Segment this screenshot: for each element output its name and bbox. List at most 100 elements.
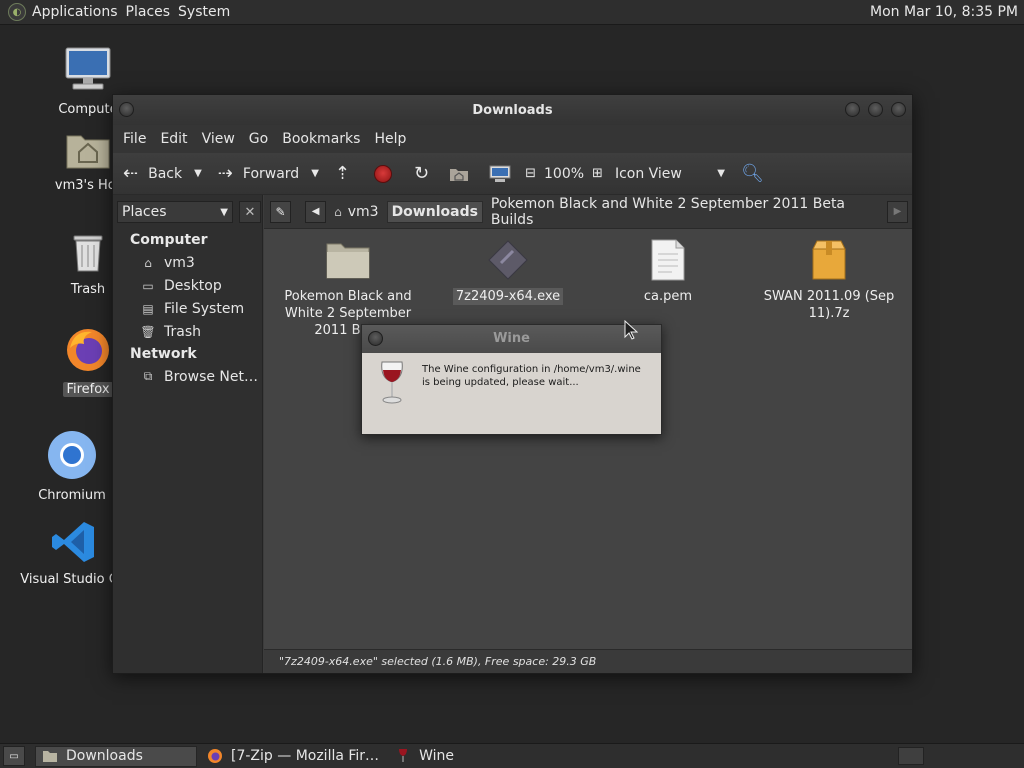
zoom-out-icon: ⊟ [525, 166, 536, 181]
task-firefox[interactable]: [7-Zip — Mozilla Fir… [201, 746, 385, 767]
task-wine[interactable]: Wine [389, 746, 460, 767]
zoom-level[interactable]: 100% [544, 166, 584, 182]
dialog-message: The Wine configuration in /home/vm3/.win… [422, 364, 641, 388]
menu-bookmarks[interactable]: Bookmarks [275, 131, 367, 147]
drive-icon: ▤ [142, 301, 154, 316]
path-segment-downloads[interactable]: Downloads [386, 200, 483, 223]
computer-icon [489, 165, 511, 182]
chromium-icon [17, 430, 127, 484]
home-button[interactable] [449, 166, 469, 182]
menu-file[interactable]: File [116, 131, 153, 147]
path-segment-label: vm3 [347, 203, 379, 220]
clock[interactable]: Mon Mar 10, 8:35 PM [870, 0, 1018, 25]
sidebar: Places ▼ ✕ Computer ⌂ vm3 ▭ Desktop ▤ Fi… [113, 195, 263, 673]
mouse-cursor-icon [624, 319, 639, 344]
sidebar-item-desktop[interactable]: ▭ Desktop [113, 274, 262, 297]
path-segment-vm3[interactable]: ⌂ vm3 [330, 201, 382, 223]
stop-icon [374, 164, 392, 183]
window-titlebar[interactable]: Downloads [113, 95, 912, 125]
back-history-dropdown[interactable]: ▼ [194, 168, 202, 179]
wine-dialog[interactable]: Wine The Wine configuration in /home/vm3… [361, 324, 662, 435]
system-tray-icon[interactable] [898, 747, 924, 765]
view-mode-label: Icon View [614, 165, 682, 182]
task-downloads[interactable]: Downloads [35, 745, 197, 767]
reload-button[interactable]: ↻ [414, 163, 429, 184]
path-scroll-right-button[interactable]: ▶ [886, 200, 908, 223]
wine-glass-icon [378, 360, 406, 410]
menu-go[interactable]: Go [242, 131, 275, 147]
forward-label: Forward [242, 165, 300, 182]
sidebar-item-label: vm3 [164, 254, 195, 271]
icon-view[interactable]: Pokemon Black and White 2 September 2011… [264, 229, 912, 649]
chevron-down-icon: ▼ [220, 206, 228, 218]
forward-history-dropdown[interactable]: ▼ [311, 168, 319, 179]
sidebar-mode-select[interactable]: Places ▼ [117, 201, 233, 223]
dialog-title: Wine [493, 331, 530, 346]
system-menu[interactable]: System [174, 0, 234, 25]
path-scroll-left-button[interactable]: ◀ [305, 200, 327, 223]
window-menu-button[interactable] [119, 102, 134, 117]
folder-icon [273, 237, 423, 283]
zoom-out-button[interactable]: ⊟ [525, 166, 536, 181]
close-button[interactable] [891, 102, 906, 117]
stop-button[interactable] [374, 164, 392, 183]
back-arrow-icon: ⇠ [123, 163, 139, 184]
system-label: System [178, 4, 231, 20]
menu-edit[interactable]: Edit [153, 131, 194, 147]
task-label: Downloads [66, 748, 143, 764]
minimize-button[interactable] [845, 102, 860, 117]
wine-glass-icon [395, 749, 411, 763]
menubar: File Edit View Go Bookmarks Help [113, 125, 912, 153]
desktop-icon-chromium[interactable]: Chromium [17, 430, 127, 503]
computer-button[interactable] [489, 165, 511, 183]
view-mode-select[interactable]: Icon View ▼ [615, 166, 725, 182]
desktop-label: Firefox [63, 382, 113, 397]
window-title: Downloads [472, 102, 553, 118]
window-menu-button[interactable] [368, 331, 383, 346]
up-button[interactable]: ⇡ [335, 163, 362, 184]
task-label: [7-Zip — Mozilla Fir… [231, 748, 380, 764]
forward-button[interactable]: ⇢ Forward [218, 163, 299, 184]
sidebar-item-vm3[interactable]: ⌂ vm3 [113, 251, 262, 274]
archive-icon [754, 237, 904, 283]
sidebar-item-file-system[interactable]: ▤ File System [113, 297, 262, 320]
task-label: Wine [419, 748, 454, 764]
path-segment-pokemon[interactable]: Pokemon Black and White 2 September 2011… [487, 196, 877, 228]
network-icon: ⧉ [143, 369, 153, 383]
forward-arrow-icon: ⇢ [217, 163, 233, 184]
applications-label: Applications [32, 4, 118, 20]
sidebar-section-computer: Computer [130, 232, 208, 248]
file-item[interactable]: 7z2409-x64.exe [433, 237, 583, 305]
toolbar: ⇠ Back ▼ ⇢ Forward ▼ ⇡ ↻ ⊟ 100% ⊞ Icon V… [113, 153, 912, 195]
trash-icon: 🗑︎ [140, 324, 156, 339]
reload-icon: ↻ [414, 163, 430, 184]
distro-logo-icon: ◐ [8, 3, 26, 21]
dialog-titlebar[interactable]: Wine [362, 325, 661, 353]
sidebar-item-label: Trash [164, 323, 201, 340]
zoom-in-button[interactable]: ⊞ [592, 166, 603, 181]
back-label: Back [148, 165, 183, 182]
file-item[interactable]: ca.pem [593, 237, 743, 305]
places-menu[interactable]: Places [122, 0, 175, 25]
applications-menu[interactable]: ◐ Applications [0, 0, 122, 25]
desktop-label: Chromium [38, 488, 106, 503]
taskbar: ▭ Downloads [7-Zip — Mozilla Fir… Wine [0, 743, 1024, 768]
home-folder-icon: ⌂ [144, 255, 152, 270]
folder-icon [42, 749, 58, 763]
menu-help[interactable]: Help [367, 131, 413, 147]
sidebar-item-browse-network[interactable]: ⧉ Browse Net… [113, 365, 262, 388]
sidebar-item-trash[interactable]: 🗑︎ Trash [113, 320, 262, 343]
search-button[interactable]: 🔍︎ [741, 163, 774, 184]
file-item[interactable]: SWAN 2011.09 (Sep 11).7z [754, 237, 904, 322]
show-desktop-button[interactable]: ▭ [3, 746, 25, 766]
close-icon[interactable]: ✕ [239, 201, 261, 223]
sidebar-item-label: Desktop [164, 277, 222, 294]
back-button[interactable]: ⇠ Back [123, 163, 182, 184]
maximize-button[interactable] [868, 102, 883, 117]
file-name: ca.pem [643, 289, 693, 304]
executable-icon [433, 237, 583, 283]
edit-location-icon[interactable]: ✎ [270, 200, 292, 223]
computer-icon [33, 46, 143, 98]
menu-view[interactable]: View [195, 131, 242, 147]
search-icon: 🔍︎ [740, 163, 764, 184]
